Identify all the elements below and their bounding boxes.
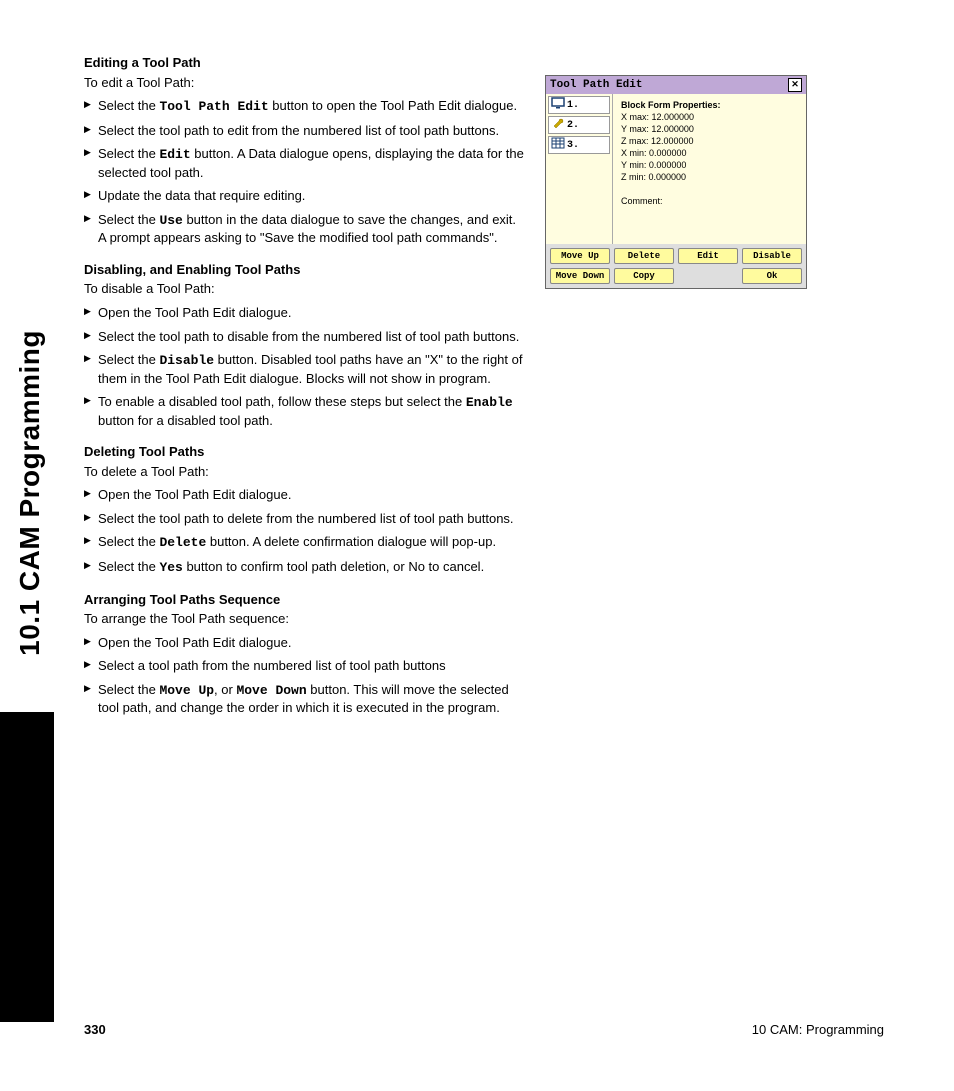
dialog-titlebar: Tool Path Edit ✕ <box>546 76 806 94</box>
close-icon[interactable]: ✕ <box>788 78 802 92</box>
bullet-item: Select a tool path from the numbered lis… <box>84 657 524 675</box>
bullet-item: Open the Tool Path Edit dialogue. <box>84 486 524 504</box>
tool-path-edit-dialog: Tool Path Edit ✕ 1. 2. 3. Block Form Prope… <box>545 75 807 289</box>
section-title: Disabling, and Enabling Tool Paths <box>84 261 524 279</box>
bullet-list: Open the Tool Path Edit dialogue. Select … <box>84 634 524 717</box>
bullet-item: Select the Tool Path Edit button to open… <box>84 97 524 116</box>
dialog-button-bar: Move UpDeleteEditDisable Move DownCopy Ok <box>546 244 806 288</box>
bullet-item: Select the Move Up, or Move Down button.… <box>84 681 524 717</box>
path-item-number: 3. <box>567 140 579 151</box>
side-tab: 10.1 CAM Programming <box>14 30 50 710</box>
section-title: Arranging Tool Paths Sequence <box>84 591 524 609</box>
page-number: 330 <box>84 1022 106 1037</box>
mono-label: Disable <box>159 353 214 368</box>
prop-row: Comment: <box>621 196 721 206</box>
move-up-button[interactable]: Move Up <box>550 248 610 264</box>
section-intro: To arrange the Tool Path sequence: <box>84 610 524 628</box>
bullet-item: Update the data that require editing. <box>84 187 524 205</box>
main-content: Editing a Tool Path To edit a Tool Path: S… <box>84 54 524 725</box>
section-title: Deleting Tool Paths <box>84 443 524 461</box>
page-footer: 330 10 CAM: Programming <box>84 1022 884 1037</box>
path-item-number: 2. <box>567 120 579 131</box>
ok-button[interactable]: Ok <box>742 268 802 284</box>
wrench-icon <box>551 117 565 133</box>
bullet-item: Select the Edit button. A Data dialogue … <box>84 145 524 181</box>
bullet-item: Select the tool path to edit from the nu… <box>84 122 524 140</box>
mono-label: Tool Path Edit <box>159 99 268 114</box>
bullet-item: Select the tool path to delete from the … <box>84 510 524 528</box>
button-grid: Move UpDeleteEditDisable Move DownCopy Ok <box>550 248 802 284</box>
prop-row: Z min: 0.000000 <box>621 172 721 182</box>
bullet-item: Select the Use button in the data dialog… <box>84 211 524 247</box>
path-item-button[interactable]: 1. <box>548 96 610 114</box>
section-intro: To edit a Tool Path: <box>84 74 524 92</box>
mono-label: Edit <box>159 147 190 162</box>
prop-row: X max: 12.000000 <box>621 112 721 122</box>
chapter-label: 10 CAM: Programming <box>752 1022 884 1037</box>
mono-label: Move Down <box>236 683 306 698</box>
bullet-item: Select the Yes button to confirm tool pa… <box>84 558 524 577</box>
bullet-item: Open the Tool Path Edit dialogue. <box>84 304 524 322</box>
section-intro: To delete a Tool Path: <box>84 463 524 481</box>
mono-label: Enable <box>466 395 513 410</box>
move-down-button[interactable]: Move Down <box>550 268 610 284</box>
path-item-number: 1. <box>567 100 579 111</box>
prop-row: Y max: 12.000000 <box>621 124 721 134</box>
mono-label: Move Up <box>159 683 214 698</box>
prop-row <box>621 184 721 194</box>
props-title: Block Form Properties: <box>621 100 721 110</box>
bullet-item: Select the Disable button. Disabled tool… <box>84 351 524 387</box>
delete-button[interactable]: Delete <box>614 248 674 264</box>
edit-button[interactable]: Edit <box>678 248 738 264</box>
bullet-item: Open the Tool Path Edit dialogue. <box>84 634 524 652</box>
bullet-list: Open the Tool Path Edit dialogue. Select … <box>84 304 524 429</box>
mono-label: Use <box>159 213 182 228</box>
section-title: Editing a Tool Path <box>84 54 524 72</box>
props-body: X max: 12.000000 Y max: 12.000000 Z max: 1… <box>621 112 721 206</box>
grid-icon <box>551 137 565 153</box>
path-item-button[interactable]: 3. <box>548 136 610 154</box>
mono-label: Delete <box>159 535 206 550</box>
dialog-body: 1. 2. 3. Block Form Properties: X max: 12.… <box>546 94 806 244</box>
path-list: 1. 2. 3. <box>546 94 613 244</box>
section-intro: To disable a Tool Path: <box>84 280 524 298</box>
bullet-list: Open the Tool Path Edit dialogue. Select … <box>84 486 524 576</box>
path-item-button[interactable]: 2. <box>548 116 610 134</box>
prop-row: Z max: 12.000000 <box>621 136 721 146</box>
side-tab-label: 10.1 CAM Programming <box>14 330 46 656</box>
disable-button[interactable]: Disable <box>742 248 802 264</box>
copy-button[interactable]: Copy <box>614 268 674 284</box>
prop-row: Y min: 0.000000 <box>621 160 721 170</box>
mono-label: Yes <box>159 560 182 575</box>
monitor-icon <box>551 97 565 113</box>
prop-row: X min: 0.000000 <box>621 148 721 158</box>
dialog-title: Tool Path Edit <box>550 79 642 91</box>
bullet-item: Select the tool path to disable from the… <box>84 328 524 346</box>
bullet-list: Select the Tool Path Edit button to open… <box>84 97 524 247</box>
bullet-item: To enable a disabled tool path, follow t… <box>84 393 524 429</box>
side-black-block <box>0 712 54 1022</box>
properties-panel: Block Form Properties: X max: 12.000000 Y… <box>613 94 729 244</box>
bullet-item: Select the Delete button. A delete confi… <box>84 533 524 552</box>
